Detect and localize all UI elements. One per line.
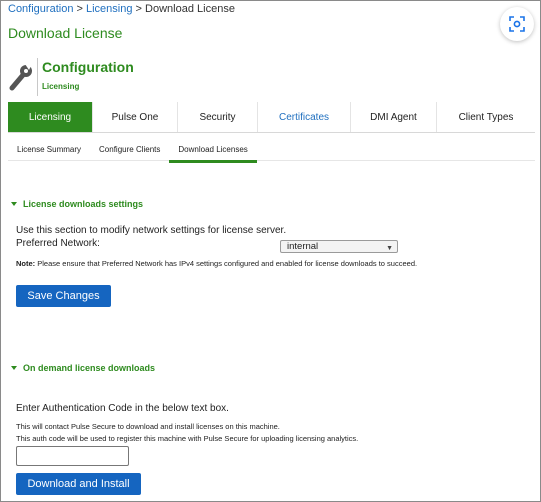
subtab-license-summary[interactable]: License Summary xyxy=(8,143,90,163)
subtab-configure-clients[interactable]: Configure Clients xyxy=(90,143,169,163)
tab-dmi-agent[interactable]: DMI Agent xyxy=(351,102,437,132)
tab-pulse-one[interactable]: Pulse One xyxy=(93,102,178,132)
screen-search-icon xyxy=(509,16,525,32)
auth-code-instruction: Enter Authentication Code in the below t… xyxy=(16,403,229,414)
section-subtitle: Licensing xyxy=(42,82,80,91)
main-tabs: Licensing Pulse One Security Certificate… xyxy=(8,102,535,133)
auth-code-info-2: This auth code will be used to register … xyxy=(16,434,359,443)
subtab-download-licenses[interactable]: Download Licenses xyxy=(169,143,257,163)
note-text: Please ensure that Preferred Network has… xyxy=(37,259,418,268)
screen-search-button[interactable] xyxy=(500,7,534,41)
note-label: Note: xyxy=(16,259,36,268)
page-title: Download License xyxy=(8,25,123,41)
on-demand-section-toggle[interactable]: On demand license downloads xyxy=(11,363,155,373)
auth-code-info-1: This will contact Pulse Secure to downlo… xyxy=(16,422,280,431)
settings-heading: License downloads settings xyxy=(23,199,144,209)
breadcrumb-licensing[interactable]: Licensing xyxy=(86,3,132,15)
preferred-network-select[interactable]: internal ▼ xyxy=(280,240,398,253)
tab-certificates[interactable]: Certificates xyxy=(258,102,351,132)
download-and-install-button[interactable]: Download and Install xyxy=(16,473,141,495)
settings-note: Note: Please ensure that Preferred Netwo… xyxy=(16,259,417,268)
sub-tabs: License Summary Configure Clients Downlo… xyxy=(8,143,257,163)
breadcrumb-current: Download License xyxy=(145,3,235,15)
chevron-down-icon xyxy=(11,366,17,370)
auth-code-input[interactable] xyxy=(16,446,129,466)
preferred-network-value: internal xyxy=(287,241,319,252)
on-demand-heading: On demand license downloads xyxy=(23,363,156,373)
chevron-down-icon: ▼ xyxy=(386,245,393,252)
wrench-icon xyxy=(9,64,32,91)
chevron-down-icon xyxy=(11,202,17,206)
settings-section-toggle[interactable]: License downloads settings xyxy=(11,199,143,209)
tab-security[interactable]: Security xyxy=(178,102,258,132)
save-changes-button[interactable]: Save Changes xyxy=(16,285,111,307)
header-divider xyxy=(37,58,38,96)
settings-description: Use this section to modify network setti… xyxy=(16,225,287,236)
breadcrumb-separator: > xyxy=(135,3,142,15)
breadcrumb-separator: > xyxy=(76,3,83,15)
preferred-network-label: Preferred Network: xyxy=(16,238,100,249)
section-title: Configuration xyxy=(42,59,134,75)
tab-client-types[interactable]: Client Types xyxy=(437,102,535,132)
breadcrumb-configuration[interactable]: Configuration xyxy=(8,3,73,15)
tab-licensing[interactable]: Licensing xyxy=(8,102,93,132)
breadcrumb: Configuration > Licensing > Download Lic… xyxy=(8,3,235,15)
